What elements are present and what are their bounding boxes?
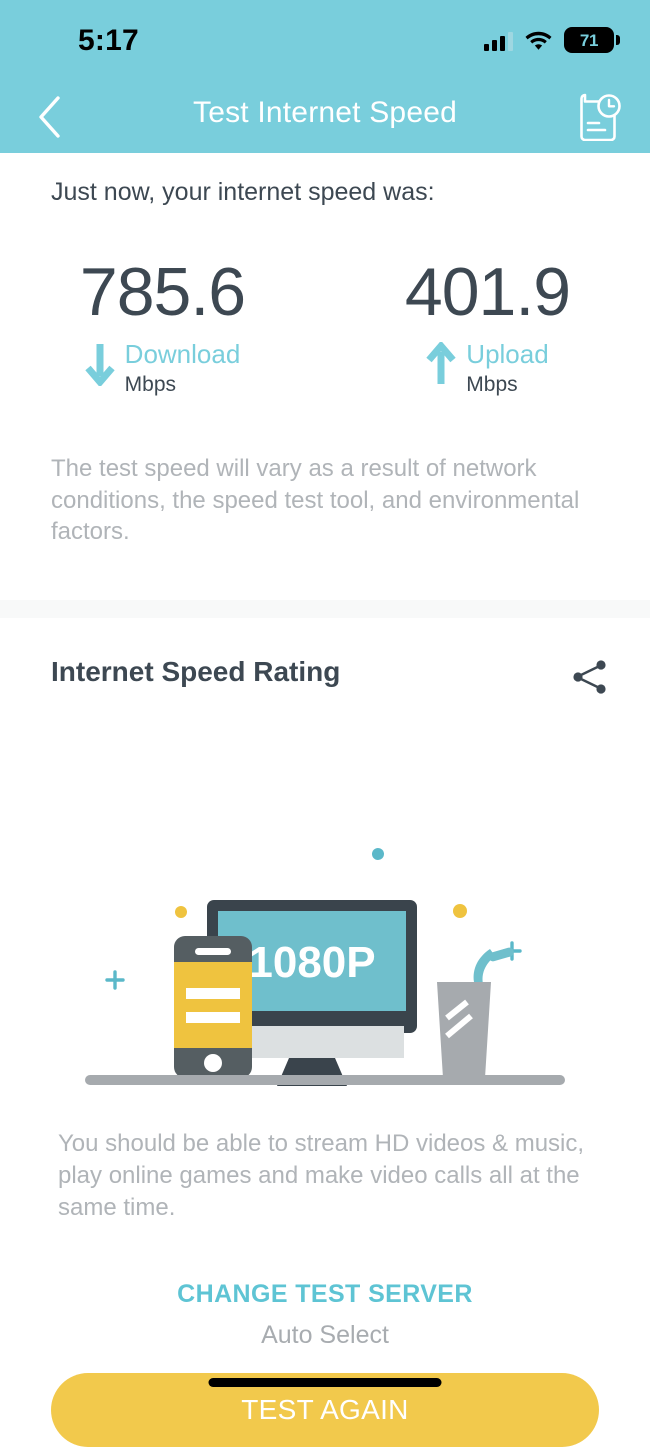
download-label: Download	[124, 339, 241, 369]
arrow-down-icon	[85, 344, 115, 386]
download-result: 785.6 Download Mbps	[0, 258, 325, 398]
page-title: Test Internet Speed	[193, 96, 457, 129]
status-bar-time: 5:17	[78, 24, 139, 57]
home-indicator	[208, 1378, 442, 1387]
change-test-server-link[interactable]: CHANGE TEST SERVER	[0, 1280, 650, 1309]
section-divider	[0, 600, 650, 618]
decor-plus-left	[105, 970, 125, 990]
upload-value: 401.9	[404, 254, 571, 330]
download-value: 785.6	[79, 254, 246, 330]
cellular-signal-icon	[484, 29, 513, 51]
table-surface-line	[85, 1075, 565, 1085]
history-button[interactable]	[572, 89, 628, 145]
status-bar: 5:17 71	[0, 0, 650, 78]
result-heading: Just now, your internet speed was:	[51, 178, 435, 206]
upload-unit: Mbps	[466, 372, 518, 396]
upload-result: 401.9 Upload Mbps	[325, 258, 650, 398]
wifi-icon	[525, 31, 552, 50]
speed-rating-section: Internet Speed Rating 1080P You should b…	[0, 618, 650, 1447]
download-unit: Mbps	[124, 372, 177, 396]
rating-title: Internet Speed Rating	[51, 656, 341, 687]
battery-icon: 71	[564, 27, 620, 53]
status-bar-indicators: 71	[484, 27, 620, 53]
selected-server-value: Auto Select	[261, 1321, 389, 1349]
nav-bar: Test Internet Speed	[0, 78, 650, 153]
share-icon	[573, 660, 606, 694]
speed-values-row: 785.6 Download Mbps 401.9 Upload Mbps	[0, 258, 650, 398]
desktop-phone-drink-illustration: 1080P	[85, 848, 565, 1086]
phone-graphic	[174, 936, 252, 1078]
arrow-up-icon	[426, 342, 456, 384]
share-button[interactable]	[564, 651, 616, 703]
upload-label: Upload	[466, 339, 549, 369]
drink-cup-graphic	[437, 947, 514, 1078]
decor-dot-teal	[372, 848, 384, 860]
speed-result-section: Just now, your internet speed was: 785.6…	[0, 153, 650, 600]
battery-level: 71	[579, 30, 599, 50]
decor-dot-yellow-right	[453, 904, 467, 918]
rating-description: You should be able to stream HD videos &…	[58, 1130, 585, 1222]
history-document-clock-icon	[580, 93, 621, 141]
decor-dot-yellow-left	[175, 906, 187, 918]
screen-resolution-text: 1080P	[248, 938, 375, 987]
result-disclaimer: The test speed will vary as a result of …	[51, 455, 580, 546]
